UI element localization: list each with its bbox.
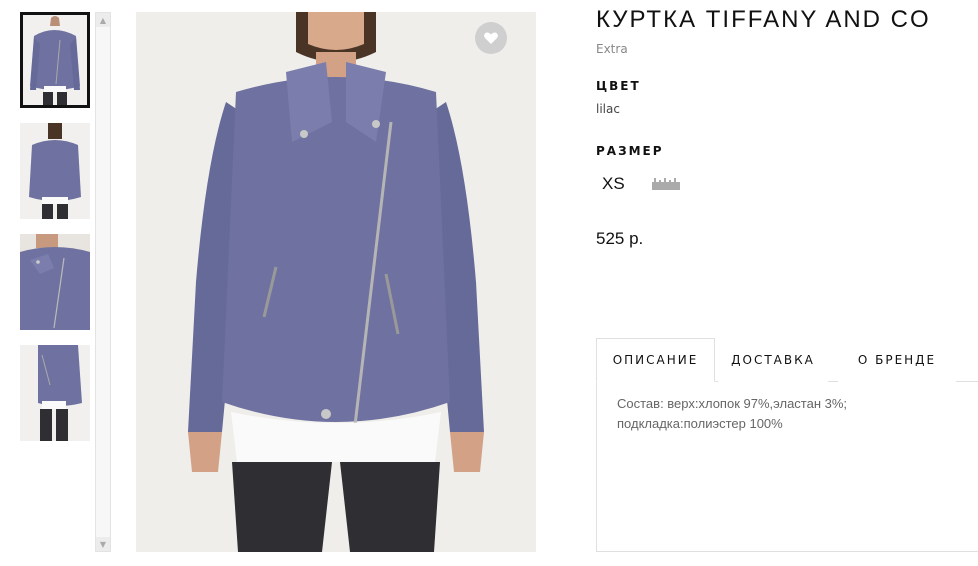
thumbnail-4[interactable]	[20, 345, 90, 441]
thumbnail-scrollbar[interactable]: ▲ ▼	[95, 12, 111, 552]
size-label: РАЗМЕР	[596, 144, 664, 158]
tab-about-brand[interactable]: О БРЕНДЕ	[838, 338, 956, 382]
thumbnail-image-front	[20, 12, 90, 108]
color-label: ЦВЕТ	[596, 79, 641, 93]
chevron-down-icon[interactable]: ▼	[96, 537, 110, 551]
chevron-up-icon[interactable]: ▲	[96, 13, 110, 27]
ruler-icon[interactable]	[652, 178, 680, 190]
jacket-photo	[136, 12, 536, 552]
tab-delivery[interactable]: ДОСТАВКА	[718, 338, 828, 382]
thumbnail-1[interactable]	[20, 12, 90, 108]
product-price: 525 р.	[596, 229, 644, 248]
size-option-xs[interactable]: XS	[602, 174, 625, 194]
color-value: lilac	[596, 102, 620, 116]
thumbnail-image-back	[20, 123, 90, 219]
product-main-image[interactable]	[136, 12, 536, 552]
tab-description[interactable]: ОПИСАНИЕ	[596, 338, 715, 382]
thumbnail-3[interactable]	[20, 234, 90, 330]
description-text: Состав: верх:хлопок 97%,эластан 3%; подк…	[617, 394, 957, 434]
thumbnail-image-side	[20, 345, 90, 441]
product-brand[interactable]: Extra	[596, 42, 628, 56]
product-tabs: ОПИСАНИЕ ДОСТАВКА О БРЕНДЕ Состав: верх:…	[596, 338, 978, 552]
product-title: КУРТКА TIFFANY AND CO	[596, 6, 931, 33]
description-line-2: подкладка:полиэстер 100%	[617, 416, 783, 431]
description-line-1: Состав: верх:хлопок 97%,эластан 3%;	[617, 396, 848, 411]
heart-icon	[484, 32, 498, 44]
favorite-button[interactable]	[475, 22, 507, 54]
thumbnail-2[interactable]	[20, 123, 90, 219]
scroll-track[interactable]	[96, 27, 110, 537]
thumbnail-image-detail	[20, 234, 90, 330]
